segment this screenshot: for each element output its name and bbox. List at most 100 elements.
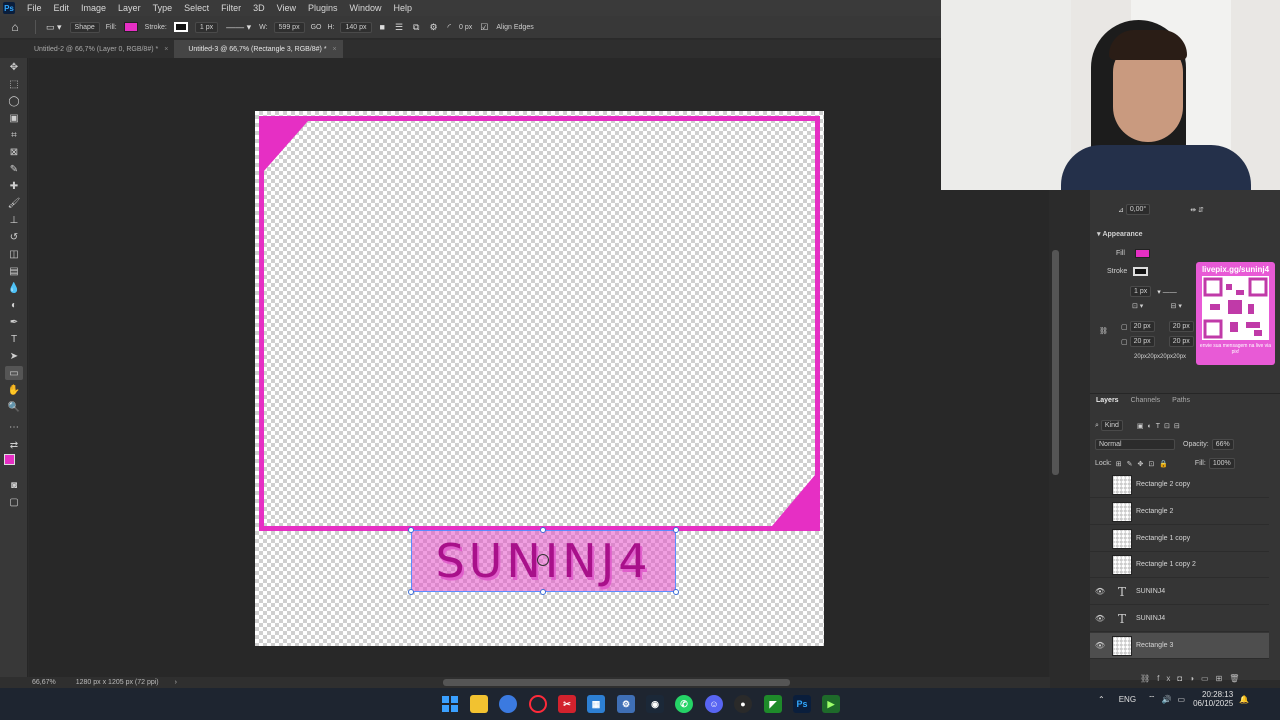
corner-radius-field[interactable]: 0 px xyxy=(459,24,472,31)
appearance-header[interactable]: ▾ Appearance xyxy=(1097,230,1143,239)
chevron-right-icon[interactable]: › xyxy=(175,679,177,686)
gradient-tool-icon[interactable]: ▤ xyxy=(5,264,23,278)
frame-tool-icon[interactable]: ⊠ xyxy=(5,145,23,159)
clock[interactable]: 20:28:13 06/10/2025 xyxy=(1193,690,1233,708)
rectangle-tool-icon[interactable]: ▭ xyxy=(5,366,23,380)
menu-layer[interactable]: Layer xyxy=(112,3,147,13)
settings-gear-icon[interactable]: ⚙ xyxy=(429,22,437,33)
tab-untitled-3[interactable]: Untitled-3 @ 66,7% (Rectangle 3, RGB/8#)… xyxy=(174,40,343,58)
clone-stamp-tool-icon[interactable]: ⊥ xyxy=(5,213,23,227)
battery-icon[interactable]: ▭ xyxy=(1178,695,1186,704)
windows-start-icon[interactable] xyxy=(441,695,459,713)
notification-bell-icon[interactable]: 🔔 xyxy=(1239,695,1249,704)
stroke-type-icon[interactable]: —— ▾ xyxy=(226,22,251,33)
rectangle-tool-preset-icon[interactable]: ▭ ▾ xyxy=(46,22,62,33)
history-brush-tool-icon[interactable]: ↺ xyxy=(5,230,23,244)
close-icon[interactable]: × xyxy=(333,46,337,53)
stroke-align-icon[interactable]: ⊡ ▾ ⊟ ▾ xyxy=(1132,302,1182,310)
path-selection-tool-icon[interactable]: ➤ xyxy=(5,349,23,363)
layer-row-selected[interactable]: 👁 Rectangle 3 xyxy=(1090,633,1269,659)
menu-view[interactable]: View xyxy=(271,3,302,13)
eraser-tool-icon[interactable]: ◫ xyxy=(5,247,23,261)
nvidia-icon[interactable]: ◤ xyxy=(764,695,782,713)
eye-icon[interactable]: 👁 xyxy=(1090,614,1110,623)
menu-select[interactable]: Select xyxy=(178,3,215,13)
fill-color-swatch[interactable] xyxy=(1134,249,1150,258)
menu-3d[interactable]: 3D xyxy=(247,3,271,13)
wifi-icon[interactable]: ⌔ xyxy=(1148,694,1156,704)
layer-row[interactable]: Rectangle 2 copy xyxy=(1090,472,1269,498)
menu-plugins[interactable]: Plugins xyxy=(302,3,344,13)
menu-type[interactable]: Type xyxy=(147,3,179,13)
height-field[interactable]: 140 px xyxy=(340,21,372,33)
transform-handle[interactable] xyxy=(408,589,414,595)
align-edges-checkbox[interactable]: ☑ xyxy=(480,22,488,33)
tab-paths[interactable]: Paths xyxy=(1166,397,1196,404)
home-icon[interactable]: ⌂ xyxy=(0,20,30,34)
discord-icon[interactable]: ☺ xyxy=(705,695,723,713)
layer-row[interactable]: Rectangle 1 copy xyxy=(1090,526,1269,552)
file-explorer-icon[interactable] xyxy=(470,695,488,713)
menu-window[interactable]: Window xyxy=(344,3,388,13)
menu-filter[interactable]: Filter xyxy=(215,3,247,13)
stroke-style-line[interactable]: ▾ —— xyxy=(1157,288,1176,296)
screen-mode-icon[interactable]: ▢ xyxy=(5,495,23,509)
stroke-swatch[interactable] xyxy=(173,22,188,32)
volume-icon[interactable]: 🔊 xyxy=(1162,695,1172,704)
photoshop-taskbar-icon[interactable]: Ps xyxy=(793,695,811,713)
obs-icon[interactable]: ● xyxy=(734,695,752,713)
fill-field[interactable]: 100% xyxy=(1208,458,1235,469)
opera-icon[interactable] xyxy=(529,695,547,713)
stroke-color-swatch[interactable] xyxy=(1133,267,1149,276)
kind-filter-select[interactable]: Kind xyxy=(1100,420,1123,431)
eye-icon[interactable]: 👁 xyxy=(1090,587,1110,596)
type-tool-icon[interactable]: T xyxy=(5,332,23,346)
move-tool-icon[interactable]: ✥ xyxy=(5,60,23,74)
zoom-tool-icon[interactable]: 🔍 xyxy=(5,400,23,414)
foreground-color-swatch[interactable] xyxy=(4,454,15,465)
eyedropper-tool-icon[interactable]: ✎ xyxy=(5,162,23,176)
close-icon[interactable]: × xyxy=(164,46,168,53)
path-operations-icon[interactable]: ■ xyxy=(380,22,385,32)
width-field[interactable]: 599 px xyxy=(273,21,305,33)
transform-handle[interactable] xyxy=(673,589,679,595)
terminal-icon[interactable]: ▶ xyxy=(822,695,840,713)
menu-file[interactable]: File xyxy=(21,3,48,13)
path-arrangement-icon[interactable]: ⧉ xyxy=(413,22,419,33)
microsoft-store-icon[interactable]: ▦ xyxy=(587,695,605,713)
dodge-tool-icon[interactable]: ◐ xyxy=(5,298,23,312)
opacity-field[interactable]: 66% xyxy=(1211,439,1234,450)
tool-mode-select[interactable]: Shape xyxy=(69,21,100,33)
menu-edit[interactable]: Edit xyxy=(48,3,76,13)
angle-field[interactable]: 0,00° xyxy=(1125,204,1151,215)
transform-handle[interactable] xyxy=(673,527,679,533)
layer-actions-bar[interactable]: ⛓fx◘◑▭⊞🗑 xyxy=(1140,674,1246,683)
corner-bottom-right-field[interactable]: 20 px xyxy=(1168,336,1194,347)
hand-tool-icon[interactable]: ✋ xyxy=(5,383,23,397)
steam-icon[interactable]: ◉ xyxy=(646,695,664,713)
capcut-icon[interactable]: ✂ xyxy=(558,695,576,713)
settings-gear-icon[interactable]: ⚙ xyxy=(617,695,635,713)
layer-row[interactable]: 👁 T SUNINJ4 xyxy=(1090,579,1269,605)
horizontal-scrollbar[interactable] xyxy=(443,679,790,686)
tab-channels[interactable]: Channels xyxy=(1125,397,1167,404)
more-tools-icon[interactable]: ⋯ xyxy=(5,420,23,434)
whatsapp-icon[interactable]: ✆ xyxy=(675,695,693,713)
transform-handle[interactable] xyxy=(408,527,414,533)
fill-swatch[interactable] xyxy=(123,22,138,32)
layer-row[interactable]: 👁 T SUNINJ4 xyxy=(1090,606,1269,632)
filter-type-icons[interactable]: ▣◐T⊡⊟ xyxy=(1137,422,1184,430)
zoom-level[interactable]: 66,67% xyxy=(32,679,56,686)
healing-brush-tool-icon[interactable]: ✚ xyxy=(5,179,23,193)
menu-image[interactable]: Image xyxy=(75,3,112,13)
stroke-options-row[interactable]: ⊡ ▾ ⊟ ▾ xyxy=(1132,302,1182,310)
copilot-icon[interactable] xyxy=(499,695,517,713)
blur-tool-icon[interactable]: 💧 xyxy=(5,281,23,295)
quick-mask-icon[interactable]: ◙ xyxy=(5,478,23,492)
swap-colors-icon[interactable]: ⇄ xyxy=(5,438,23,452)
link-dimensions-icon[interactable]: GO xyxy=(311,24,322,31)
chevron-up-icon[interactable]: ⌃ xyxy=(1098,695,1105,704)
layer-row[interactable]: Rectangle 1 copy 2 xyxy=(1090,552,1269,578)
stroke-width-field[interactable]: 1 px xyxy=(194,21,219,33)
object-selection-tool-icon[interactable]: ▣ xyxy=(5,111,23,125)
